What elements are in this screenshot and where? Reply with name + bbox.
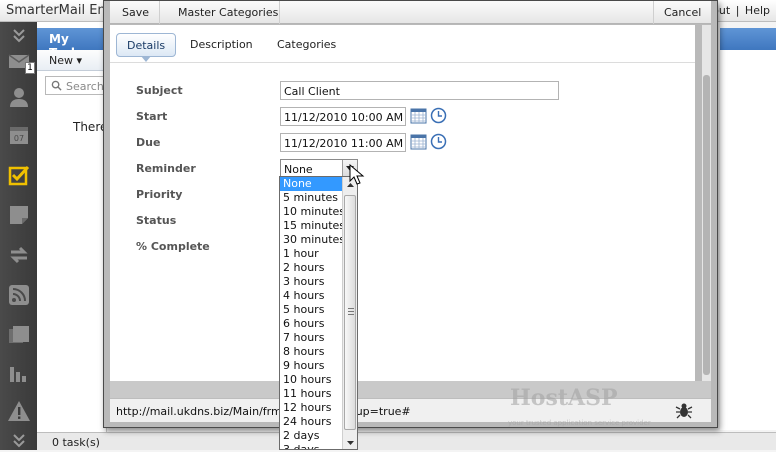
hostasp-watermark-tagline: your trusted application service provide… [508, 419, 651, 427]
new-label: New [49, 54, 73, 67]
save-button[interactable]: Save [110, 1, 160, 24]
tasks-pane-title: My Tasks [37, 28, 107, 60]
subject-label: Subject [136, 84, 183, 97]
right-header-bar [720, 28, 776, 50]
dialog-toolbar: Save Master Categories Cancel [110, 1, 711, 24]
dropdown-scroll-thumb[interactable] [344, 195, 356, 430]
due-calendar-icon[interactable] [410, 133, 427, 150]
task-edit-dialog: Save Master Categories Cancel Details De… [103, 0, 718, 428]
collapse-chevron-icon[interactable] [5, 24, 32, 50]
hostasp-watermark: HostASP [510, 385, 618, 411]
file-storage-icon[interactable] [5, 322, 32, 348]
tasks-toolbar: New ▾ [37, 50, 107, 71]
reminder-label: Reminder [136, 162, 196, 175]
due-label: Due [136, 136, 161, 149]
sync-arrows-icon[interactable] [5, 242, 32, 268]
task-count: 0 task(s) [52, 436, 100, 449]
due-clock-icon[interactable] [430, 133, 447, 150]
subject-input[interactable]: Call Client [280, 81, 559, 100]
dialog-body: Details Description Categories Subject C… [110, 25, 695, 381]
start-label: Start [136, 110, 168, 123]
reminder-dropdown-list[interactable]: None 5 minutes 10 minutes 15 minutes 30 minu… [279, 176, 358, 450]
search-icon [51, 80, 62, 94]
rss-feed-icon[interactable] [5, 282, 32, 308]
status-url: http://mail.ukdns.biz/Main/frm [116, 405, 282, 418]
master-categories-button[interactable]: Master Categories [160, 1, 280, 24]
help-link[interactable]: Help [745, 4, 770, 17]
status-label: Status [136, 214, 177, 227]
start-clock-icon[interactable] [430, 107, 447, 124]
calendar-icon[interactable]: 07 [5, 122, 32, 148]
reminder-selected-value: None [284, 163, 313, 176]
start-date-input[interactable]: 11/12/2010 10:00 AM [280, 107, 406, 126]
tasks-status-bar: 0 task(s) [37, 432, 776, 450]
dialog-scrollbar-thumb[interactable] [703, 75, 710, 375]
dialog-footer-band [110, 381, 711, 398]
header-separator: | [735, 4, 740, 17]
bug-icon[interactable] [674, 400, 694, 420]
app-title: SmarterMail En [6, 3, 106, 18]
dropdown-scrollbar[interactable] [342, 177, 357, 449]
tab-categories[interactable]: Categories [267, 33, 346, 57]
dialog-scrollbar[interactable] [702, 25, 711, 381]
start-calendar-icon[interactable] [410, 107, 427, 124]
percent-complete-label: % Complete [136, 240, 210, 253]
dropdown-caret-icon: ▾ [76, 54, 83, 67]
grip-icon [348, 308, 354, 316]
contacts-icon[interactable] [5, 84, 32, 110]
inbox-unread-badge: 1 [25, 62, 35, 74]
left-nav-rail: 07 [0, 22, 37, 450]
notes-icon[interactable] [5, 202, 32, 228]
expand-chevron-icon[interactable] [5, 426, 32, 452]
right-content-area [720, 50, 776, 430]
new-task-button[interactable]: New ▾ [49, 54, 82, 67]
priority-label: Priority [136, 188, 183, 201]
calendar-day: 07 [13, 134, 23, 143]
tasks-pane: My Tasks New ▾ Search There [37, 22, 115, 450]
search-placeholder: Search [66, 80, 104, 93]
tab-description[interactable]: Description [180, 33, 263, 57]
warning-icon[interactable] [5, 398, 32, 424]
status-url-tail: up=true# [355, 405, 411, 418]
mouse-cursor-icon [349, 163, 365, 186]
dialog-tabs: Details Description Categories [110, 25, 695, 63]
scroll-down-arrow-icon[interactable] [343, 435, 357, 449]
tab-details[interactable]: Details [116, 33, 177, 62]
cancel-button[interactable]: Cancel [653, 1, 711, 24]
due-date-input[interactable]: 11/12/2010 11:00 AM [280, 133, 406, 152]
tasks-icon[interactable] [5, 162, 32, 188]
reports-bar-icon[interactable] [5, 360, 32, 386]
